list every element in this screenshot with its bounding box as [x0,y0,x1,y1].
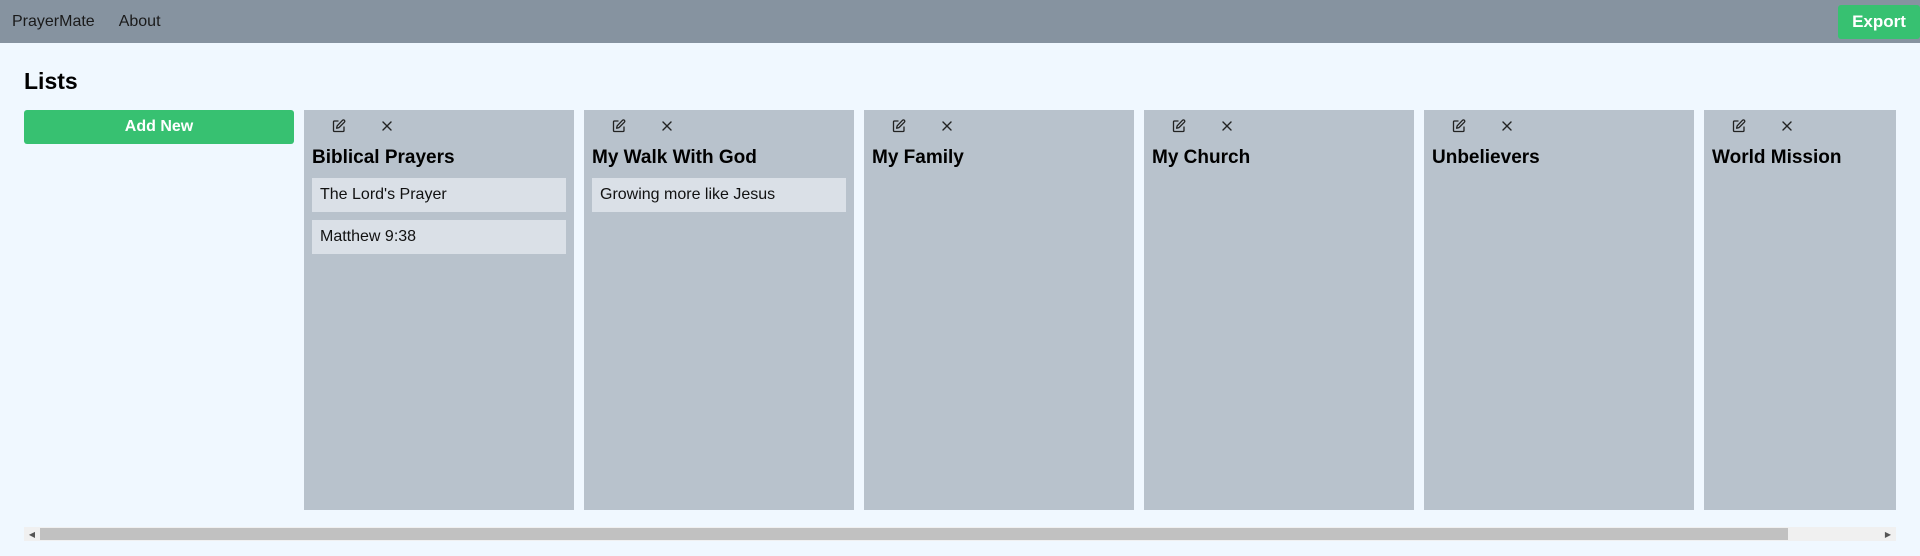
list-title: My Family [872,147,964,168]
prayer-item[interactable]: Growing more like Jesus [592,178,846,212]
about-link[interactable]: About [119,13,161,31]
list-card: World Mission [1704,110,1896,510]
card-toolbar [304,110,574,142]
prayer-items [1144,170,1414,178]
card-toolbar [1704,110,1896,142]
card-toolbar [584,110,854,142]
prayer-items [1424,170,1694,178]
edit-icon[interactable] [1728,115,1750,137]
scroll-right-arrow-icon[interactable]: ▶ [1880,527,1896,541]
close-icon[interactable] [1496,115,1518,137]
list-title: Unbelievers [1432,147,1540,168]
export-button[interactable]: Export [1838,5,1920,39]
prayer-items: Growing more like Jesus [584,170,854,212]
prayer-items [1704,170,1896,178]
close-icon[interactable] [1216,115,1238,137]
lists-scroll-area: Biblical Prayers The Lord's Prayer Matthew… [304,110,1896,510]
list-card: My Church [1144,110,1414,510]
add-new-button[interactable]: Add New [24,110,294,144]
edit-icon[interactable] [328,115,350,137]
edit-icon[interactable] [608,115,630,137]
prayer-item[interactable]: Matthew 9:38 [312,220,566,254]
card-toolbar [1424,110,1694,142]
list-card: My Walk With God Growing more like Jesus [584,110,854,510]
list-title: Biblical Prayers [312,147,455,168]
edit-icon[interactable] [1168,115,1190,137]
list-title: My Walk With God [592,147,757,168]
list-card: Biblical Prayers The Lord's Prayer Matthew… [304,110,574,510]
prayer-item[interactable]: The Lord's Prayer [312,178,566,212]
edit-icon[interactable] [1448,115,1470,137]
brand-link[interactable]: PrayerMate [12,13,95,31]
list-title: My Church [1152,147,1251,168]
list-card: Unbelievers [1424,110,1694,510]
edit-icon[interactable] [888,115,910,137]
list-title: World Mission [1712,147,1842,168]
horizontal-scrollbar[interactable]: ◀ ▶ [24,527,1896,541]
close-icon[interactable] [376,115,398,137]
close-icon[interactable] [936,115,958,137]
lists-row: Biblical Prayers The Lord's Prayer Matthew… [304,110,1896,510]
top-navbar: PrayerMate About Export [0,0,1920,43]
list-card: My Family [864,110,1134,510]
prayer-items [864,170,1134,178]
card-toolbar [864,110,1134,142]
prayer-items: The Lord's Prayer Matthew 9:38 [304,170,574,254]
close-icon[interactable] [656,115,678,137]
page-title: Lists [24,68,78,94]
close-icon[interactable] [1776,115,1798,137]
card-toolbar [1144,110,1414,142]
scroll-left-arrow-icon[interactable]: ◀ [24,527,40,541]
scroll-thumb[interactable] [40,528,1788,540]
scroll-track[interactable] [40,527,1880,541]
